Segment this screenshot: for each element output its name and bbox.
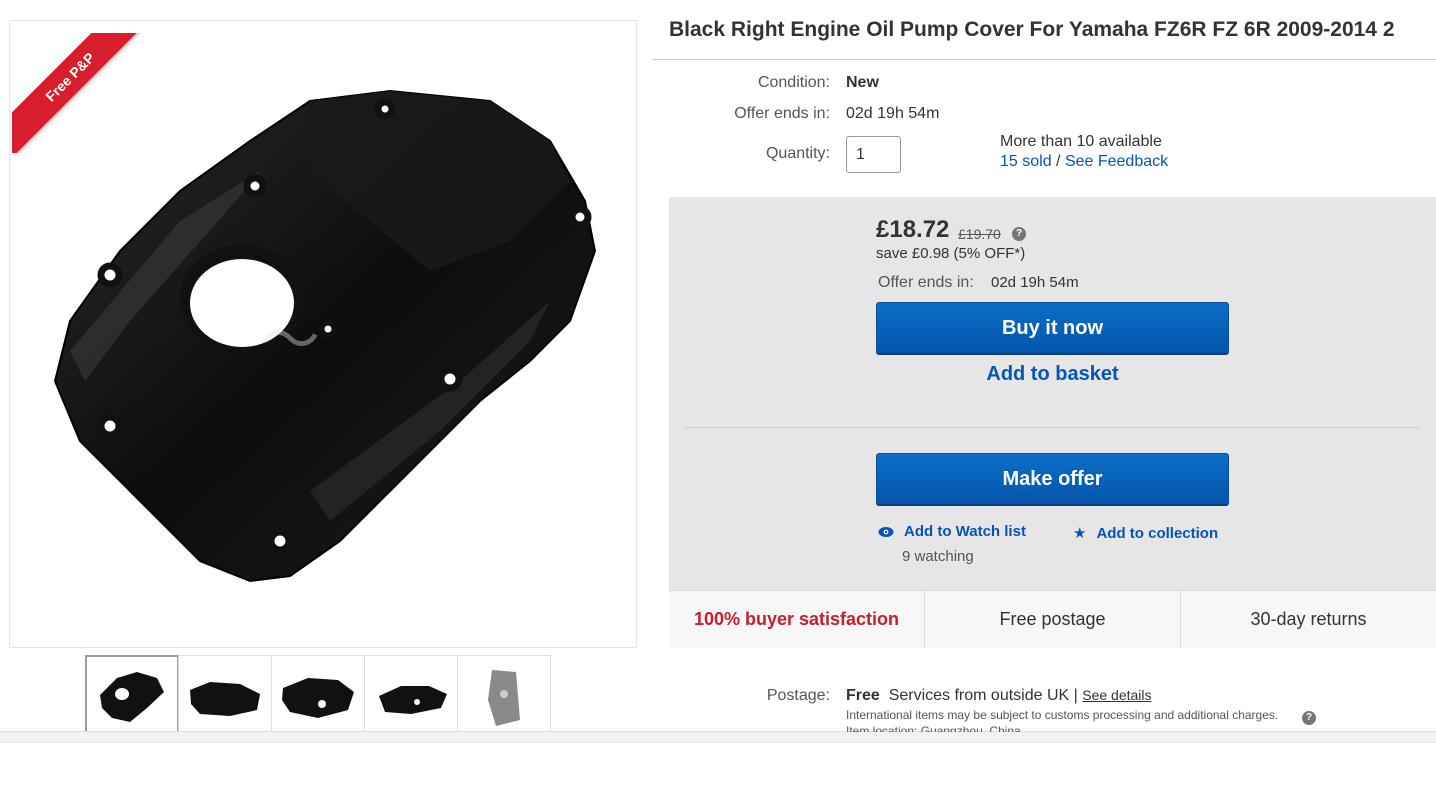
- postage-free: Free: [846, 687, 880, 704]
- horizontal-scrollbar[interactable]: [0, 731, 1436, 743]
- watchlist-label: Add to Watch list: [904, 523, 1026, 540]
- savings-text: save £0.98 (5% OFF*): [876, 245, 1026, 262]
- help-icon[interactable]: ?: [1012, 227, 1026, 241]
- original-price: £19.70: [958, 226, 1001, 242]
- add-to-collection-link[interactable]: ★ Add to collection: [1073, 524, 1219, 543]
- watching-count: 9 watching: [902, 548, 974, 565]
- thumbnail-photo: [282, 678, 354, 718]
- buybox-offer-ends-value: 02d 19h 54m: [991, 274, 1079, 291]
- buybox-offer-ends-label: Offer ends in:: [878, 274, 974, 291]
- thumbnail-2[interactable]: [178, 655, 272, 735]
- postage-service: Services from outside UK: [888, 687, 1070, 704]
- buy-it-now-button[interactable]: Buy it now: [876, 302, 1229, 353]
- availability-text: More than 10 available: [1000, 133, 1162, 150]
- thumbnail-photo: [100, 672, 164, 722]
- price: £18.72: [876, 216, 950, 243]
- eye-icon: [878, 526, 894, 537]
- trust-badges: 100% buyer satisfaction Free postage 30-…: [669, 590, 1436, 648]
- thumbnail-strip: [85, 655, 551, 735]
- condition-label: Condition:: [757, 74, 830, 91]
- offer-ends-label: Offer ends in:: [734, 105, 830, 122]
- sold-count-link[interactable]: 15 sold: [1000, 153, 1052, 170]
- sold-separator: /: [1051, 153, 1065, 170]
- customs-note: International items may be subject to cu…: [846, 708, 1279, 722]
- returns-badge: 30-day returns: [1250, 609, 1367, 629]
- buybox-divider: [684, 427, 1420, 428]
- see-feedback-link[interactable]: See Feedback: [1065, 153, 1168, 170]
- title-divider: [653, 59, 1436, 60]
- quantity-input[interactable]: [846, 136, 901, 173]
- see-details-link[interactable]: See details: [1082, 687, 1151, 703]
- condition-value: New: [846, 74, 879, 91]
- postage-label: Postage:: [766, 687, 830, 704]
- thumbnail-3[interactable]: [271, 655, 365, 735]
- thumbnail-4[interactable]: [364, 655, 458, 735]
- help-icon[interactable]: ?: [1302, 711, 1316, 725]
- make-offer-button[interactable]: Make offer: [876, 453, 1229, 504]
- star-icon: ★: [1073, 525, 1087, 542]
- free-postage-badge: Free postage: [925, 591, 1181, 648]
- buy-box: [669, 197, 1436, 648]
- add-to-basket-button[interactable]: Add to basket: [876, 363, 1229, 386]
- item-location-partial: Item location: Guangzhou, China: [846, 724, 1021, 732]
- thumbnail-photo: [379, 686, 447, 714]
- thumbnail-photo: [190, 682, 260, 716]
- thumbnail-5[interactable]: [457, 655, 551, 735]
- ribbon-label: Free P&P: [12, 33, 147, 153]
- postage-separator: |: [1069, 687, 1083, 704]
- collection-label: Add to collection: [1096, 524, 1219, 542]
- free-postage-ribbon: Free P&P: [12, 33, 147, 153]
- thumbnail-1[interactable]: [85, 655, 179, 735]
- offer-ends-value: 02d 19h 54m: [846, 105, 940, 122]
- listing-title: Black Right Engine Oil Pump Cover For Ya…: [669, 18, 1395, 41]
- quantity-label: Quantity:: [765, 145, 830, 162]
- sold-feedback-links: 15 sold / See Feedback: [1000, 153, 1168, 171]
- add-to-watchlist-link[interactable]: Add to Watch list: [878, 523, 1026, 540]
- postage-summary: Free Services from outside UK | See deta…: [846, 687, 1152, 705]
- main-product-image[interactable]: 〜 Free P&P: [9, 20, 637, 648]
- buyer-satisfaction-badge: 100% buyer satisfaction: [669, 591, 925, 648]
- svg-text:〜: 〜: [260, 307, 320, 374]
- thumbnail-photo: [488, 670, 520, 726]
